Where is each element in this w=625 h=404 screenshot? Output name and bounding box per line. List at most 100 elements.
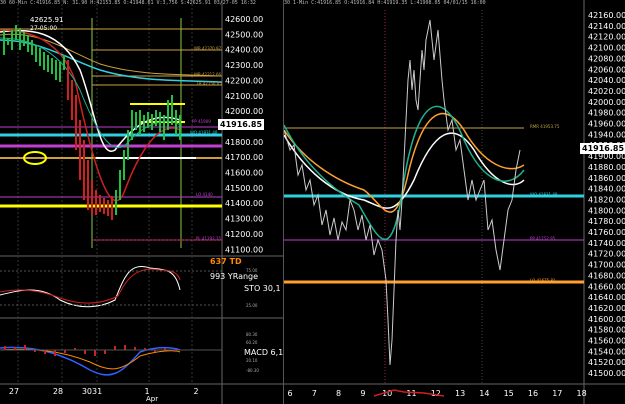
- price-tick-label: 41600.00: [225, 169, 263, 178]
- price-tick-label: 42160.00: [588, 11, 625, 20]
- price-tick-label: 41840.00: [588, 185, 625, 194]
- month-label: Apr: [146, 395, 159, 403]
- price-tick-label: 41300.00: [225, 215, 263, 224]
- price-tick-label: 41620.00: [588, 304, 625, 313]
- price-tick-label: 41800.00: [588, 206, 625, 215]
- level-label: WO 41831.48: [190, 130, 218, 135]
- level-label: WR 42212.66: [194, 72, 222, 77]
- hourly-chart-canvas[interactable]: 42600.00 42500.00 42400.00 42300.00 42200.00…: [0, 0, 283, 404]
- session-high-sub: 27-05:00: [30, 25, 58, 32]
- session-high-label: 42625.91: [30, 16, 64, 24]
- price-tick-label: 42140.00: [588, 22, 625, 31]
- td-label: 637 TD: [210, 257, 242, 266]
- price-tick-label: 41860.00: [588, 174, 625, 183]
- level-label: RMR 41953.75: [530, 124, 560, 129]
- price-tick-label: 42300.00: [225, 61, 263, 70]
- gold-ma-line: [0, 33, 223, 77]
- price-tick-label: 41500.00: [225, 184, 263, 193]
- teal-ma-line: [0, 37, 181, 149]
- date-tick-label: 28: [53, 387, 63, 396]
- price-tick-label: 42600.00: [225, 15, 263, 24]
- left-last-price-tag: 41916.85: [218, 119, 265, 130]
- price-tick-label: 42100.00: [225, 92, 263, 101]
- right-price-axis: 42160.00 42140.00 42120.00 42100.0042080.00…: [588, 11, 625, 378]
- macd-tick: -80.30: [246, 368, 259, 373]
- date-tick-label: 2: [193, 387, 198, 396]
- level-label: PP 41909: [192, 119, 211, 124]
- sto-label: STO 30,1: [244, 284, 281, 293]
- price-tick-label: 41800.00: [225, 138, 263, 147]
- price-tick-label: 41940.00: [588, 130, 625, 139]
- price-tick-label: 42100.00: [588, 44, 625, 53]
- minute-chart-canvas[interactable]: 42160.00 42140.00 42120.00 42100.0042080.00…: [284, 0, 625, 404]
- price-tick-label: 41500.00: [588, 369, 625, 378]
- time-tick-label: 7: [312, 389, 317, 398]
- time-tick-label: 11: [406, 389, 416, 398]
- hourly-chart-panel[interactable]: 42600.00 42500.00 42400.00 42300.00 42200.00…: [0, 0, 283, 404]
- price-tick-label: 42060.00: [588, 65, 625, 74]
- price-tick-label: 41780.00: [588, 217, 625, 226]
- level-label: PL 41192.35: [196, 236, 221, 241]
- price-tick-label: 42500.00: [225, 30, 263, 39]
- hourly-chart-header: 30 60-Min C:41916.85 N: 31.90 H:42153.85…: [0, 0, 256, 6]
- price-tick-label: 41960.00: [588, 120, 625, 129]
- time-tick-label: 17: [552, 389, 562, 398]
- sto-tick: 25.00: [246, 303, 258, 308]
- minute-price-line: [284, 19, 521, 366]
- level-label: WO 41831.48: [530, 192, 558, 197]
- date-tick-label: 27: [9, 387, 19, 396]
- macd-line: [0, 346, 181, 376]
- date-tick-label: 3031: [82, 387, 102, 396]
- macd-signal-line: [0, 348, 181, 370]
- time-tick-label: 13: [455, 389, 465, 398]
- price-tick-label: 41640.00: [588, 293, 625, 302]
- time-tick-label: 15: [504, 389, 514, 398]
- left-price-axis: 42600.00 42500.00 42400.00 42300.00 42200.00…: [225, 15, 263, 254]
- price-tick-label: 41560.00: [588, 337, 625, 346]
- price-tick-label: 41580.00: [588, 326, 625, 335]
- price-tick-label: 41200.00: [225, 230, 263, 239]
- right-last-price-tag: 41916.85: [580, 143, 625, 154]
- price-tick-label: 42400.00: [225, 46, 263, 55]
- left-date-axis: 27 28 3031 1 2: [9, 387, 199, 396]
- price-tick-label: 41980.00: [588, 109, 625, 118]
- price-tick-label: 41100.00: [225, 245, 263, 254]
- sto-tick: 75.00: [246, 268, 258, 273]
- time-tick-label: 8: [336, 389, 341, 398]
- time-tick-label: 16: [528, 389, 538, 398]
- time-tick-label: 9: [360, 389, 365, 398]
- right-time-axis: 6 7 8 9 10 11 12 13 14 15 16 17 18: [287, 389, 586, 398]
- time-tick-label: 18: [577, 389, 587, 398]
- price-tick-label: 41400.00: [225, 199, 263, 208]
- level-label: WR 42370.97: [194, 46, 222, 51]
- level-label: LO 41675.81: [530, 278, 556, 283]
- price-tick-label: 41540.00: [588, 347, 625, 356]
- price-tick-label: 42120.00: [588, 33, 625, 42]
- price-tick-label: 42040.00: [588, 76, 625, 85]
- price-tick-label: 41880.00: [588, 163, 625, 172]
- price-tick-label: 41820.00: [588, 195, 625, 204]
- time-tick-label: 6: [287, 389, 292, 398]
- price-tick-label: 42000.00: [225, 107, 263, 116]
- price-tick-label: 41600.00: [588, 315, 625, 324]
- level-label: LO 4140: [196, 192, 213, 197]
- level-label: PP 41752.95: [530, 236, 556, 241]
- price-tick-label: 41720.00: [588, 250, 625, 259]
- price-tick-label: 41660.00: [588, 282, 625, 291]
- macd-tick: 80.30: [246, 332, 258, 337]
- level-label: TH 42150.05: [196, 81, 222, 86]
- price-tick-label: 41760.00: [588, 228, 625, 237]
- price-tick-label: 42080.00: [588, 54, 625, 63]
- macd-tick: 20.10: [246, 358, 258, 363]
- minute-chart-panel[interactable]: 42160.00 42140.00 42120.00 42100.00 42080.00…: [283, 0, 625, 404]
- yrange-label: 993 YRange: [210, 272, 259, 281]
- macd-label: MACD 6,1: [244, 348, 283, 357]
- price-tick-label: 42000.00: [588, 98, 625, 107]
- candles-green: [3, 25, 65, 82]
- price-tick-label: 42020.00: [588, 87, 625, 96]
- price-tick-label: 41700.00: [225, 153, 263, 162]
- teal-ma-line: [284, 105, 525, 240]
- minute-chart-header: 30 1-Min C:41916.85 O:41916.84 H:41919.3…: [284, 0, 486, 6]
- time-tick-label: 14: [479, 389, 489, 398]
- sto-d-line: [0, 268, 181, 304]
